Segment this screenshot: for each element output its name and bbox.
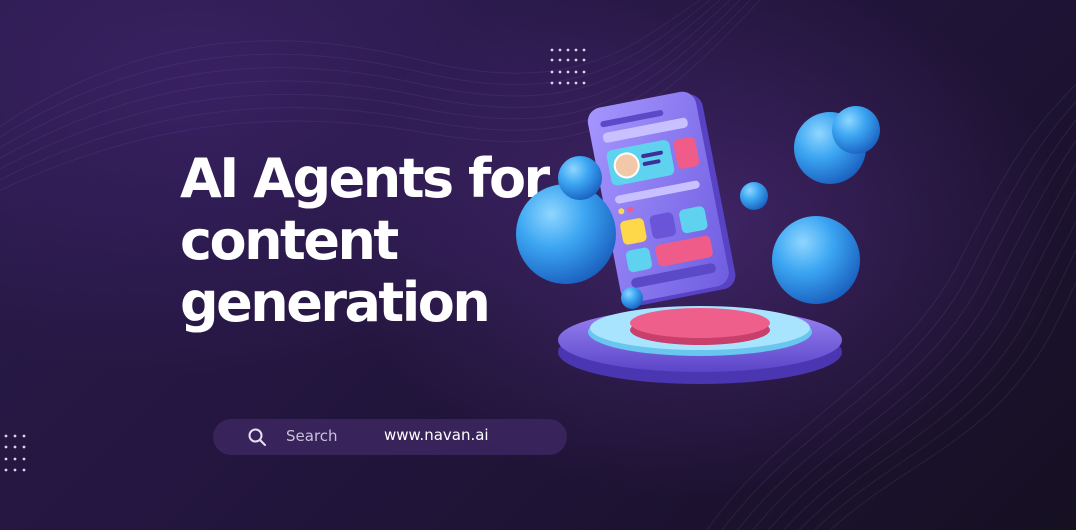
dot-grid-decoration-left xyxy=(4,434,26,472)
phone-podium-illustration xyxy=(516,91,880,384)
content-generation-banner: AI Agents for content generation Search … xyxy=(0,0,1076,530)
phone-illustration xyxy=(587,91,736,306)
podium xyxy=(558,306,842,384)
search-label: Search xyxy=(286,427,338,445)
website-url[interactable]: www.navan.ai xyxy=(384,426,489,444)
search-icon xyxy=(248,428,266,446)
headline-line-2: content xyxy=(180,209,399,272)
search-bar[interactable]: Search www.navan.ai xyxy=(213,419,567,455)
headline-line-1: AI Agents for xyxy=(180,147,550,210)
headline: AI Agents for content generation xyxy=(180,147,550,334)
headline-line-3: generation xyxy=(180,271,491,334)
